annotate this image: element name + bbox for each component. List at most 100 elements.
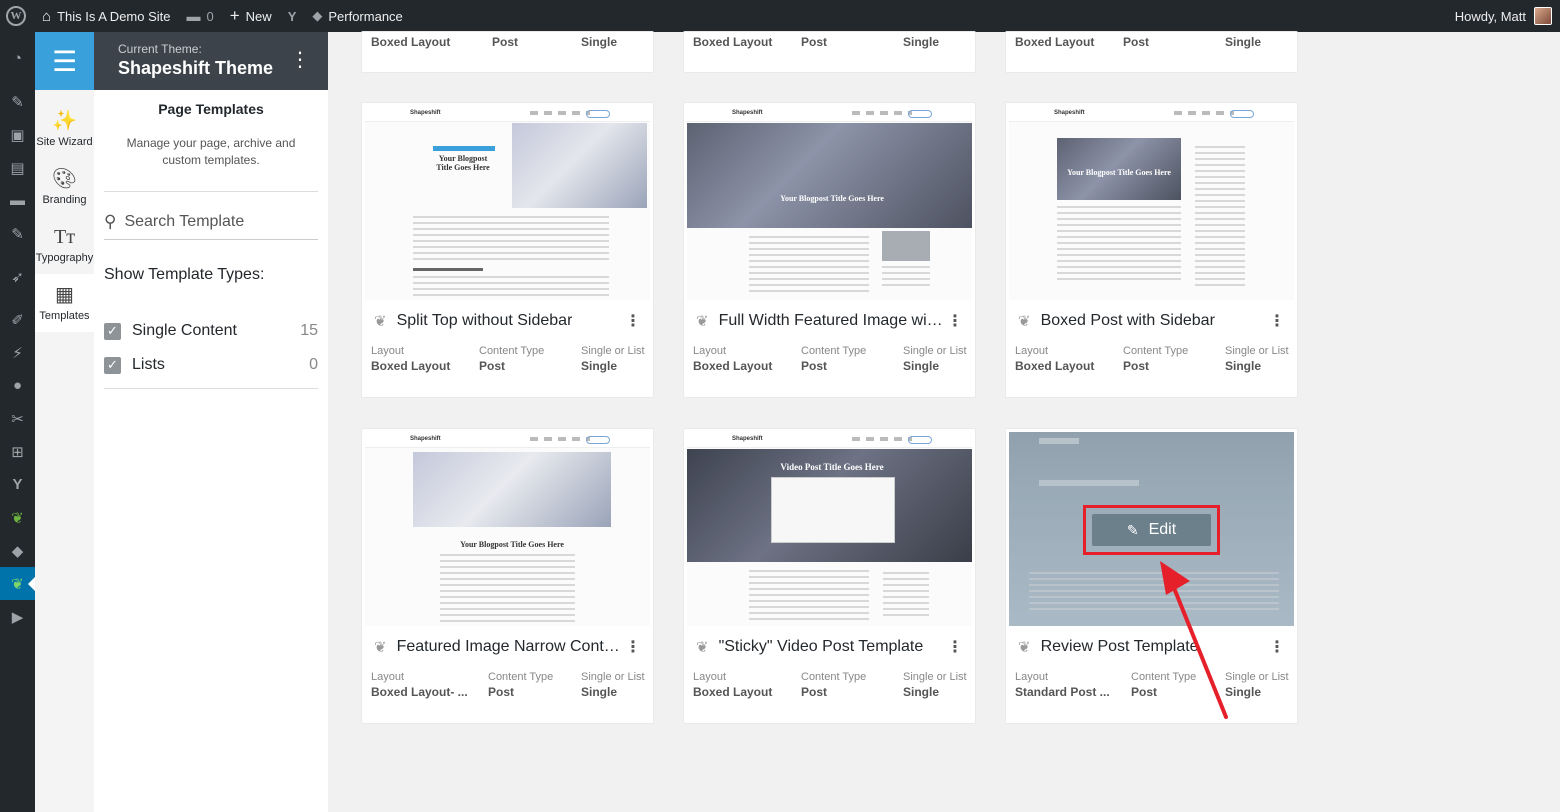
yoast-menu[interactable]: Y xyxy=(280,0,305,32)
box-icon[interactable]: ◆ xyxy=(0,534,35,567)
current-theme-header: Current Theme: Shapeshift Theme ⋮ xyxy=(94,32,328,90)
pin-icon[interactable]: ✎ xyxy=(0,85,35,118)
template-card[interactable]: Boxed Layout Post Single xyxy=(1005,31,1298,73)
thumb-post-title: Your Blogpost Title Goes Here xyxy=(780,194,884,203)
type-filter-lists[interactable]: ✓ Lists 0 xyxy=(104,348,318,382)
posts-icon[interactable]: ✎ xyxy=(0,217,35,250)
more-options-icon[interactable]: ⋮ xyxy=(1269,637,1285,657)
home-icon: ⌂ xyxy=(42,7,52,25)
bird-icon[interactable]: ➶ xyxy=(0,260,35,293)
layout-value: Boxed Layout xyxy=(693,35,773,49)
media-icon[interactable]: ▣ xyxy=(0,118,35,151)
tool-typography[interactable]: Tт Typography xyxy=(35,216,94,274)
template-thumbnail: Shapeshift Video Post Title Goes Here xyxy=(687,432,972,626)
content-type-value: Post xyxy=(801,359,828,373)
template-title: Full Width Featured Image with Sidebar xyxy=(718,312,947,329)
template-card[interactable]: Shapeshift Video Post Title Goes Here ❦ … xyxy=(683,428,976,724)
more-options-icon[interactable]: ⋮ xyxy=(947,311,963,331)
yoast-seo-icon[interactable]: Y xyxy=(0,468,35,501)
templates-icon: ▦ xyxy=(55,284,74,306)
template-title: Boxed Post with Sidebar xyxy=(1040,312,1215,329)
single-list-label: Single or List xyxy=(903,345,967,357)
edit-button[interactable]: ✎ Edit xyxy=(1092,514,1211,546)
template-thumbnail: Shapeshift Your Blogpost Title Goes Here xyxy=(1009,106,1294,300)
appearance-icon[interactable]: ✐ xyxy=(0,303,35,336)
content-type-label: Content Type xyxy=(479,345,545,357)
template-card[interactable]: Shapeshift Your Blogpost Title Goes Here… xyxy=(361,428,654,724)
layout-value: Boxed Layout xyxy=(1015,359,1095,373)
page-templates-panel: Page Templates Manage your page, archive… xyxy=(94,90,328,812)
content-type-value: Post xyxy=(479,359,506,373)
tool-branding[interactable]: 🎨︎ Branding xyxy=(35,158,94,216)
pages-icon[interactable]: ▤ xyxy=(0,151,35,184)
leaf-icon[interactable]: ❦ xyxy=(0,501,35,534)
tools-icon[interactable]: ✂ xyxy=(0,402,35,435)
template-card[interactable]: Boxed Layout Post Single xyxy=(683,31,976,73)
settings-icon[interactable]: ⊞ xyxy=(0,435,35,468)
template-card[interactable]: Shapeshift Your Blogpost Title Goes Here… xyxy=(683,102,976,398)
single-list-value: Single xyxy=(581,35,618,49)
tool-label: Branding xyxy=(42,194,87,206)
comments-icon[interactable]: ▬ xyxy=(0,184,35,217)
tool-templates[interactable]: ▦ Templates xyxy=(35,274,94,332)
search-field[interactable]: ⚲ xyxy=(104,204,318,240)
divider xyxy=(104,388,318,389)
panel-title: Page Templates xyxy=(158,101,264,117)
users-icon[interactable]: ● xyxy=(0,369,35,402)
layout-label: Layout xyxy=(1015,671,1049,683)
comment-icon: ▬ xyxy=(186,8,201,24)
type-count: 15 xyxy=(300,322,318,339)
leaf-icon: ❦ xyxy=(374,639,387,656)
thumb-post-title: Video Post Title Goes Here xyxy=(780,462,884,472)
single-list-label: Single or List xyxy=(903,671,967,683)
site-name-link[interactable]: ⌂ This Is A Demo Site xyxy=(34,0,179,32)
single-list-value: Single xyxy=(1225,35,1262,49)
more-options-icon[interactable]: ⋮ xyxy=(1269,311,1285,331)
search-input[interactable] xyxy=(124,212,305,231)
layout-value: Boxed Layout- ... xyxy=(371,685,468,699)
layout-label: Layout xyxy=(371,345,405,357)
layout-label: Layout xyxy=(693,345,727,357)
magic-wand-icon: ✨ xyxy=(52,110,77,132)
play-icon[interactable]: ▶ xyxy=(0,600,35,633)
type-filter-single-content[interactable]: ✓ Single Content 15 xyxy=(104,314,318,348)
template-thumbnail: Shapeshift Your Blogpost Title Goes Here xyxy=(687,106,972,300)
comments-link[interactable]: ▬ 0 xyxy=(179,0,222,32)
content-type-value: Post xyxy=(1123,359,1150,373)
admin-menu: ◔ ✎ ▣ ▤ ▬ ✎ ➶ ✐ ⚡ ● ✂ ⊞ Y ❦ ◆ ❦ ▶ xyxy=(0,32,35,812)
dashboard-icon[interactable]: ◔ xyxy=(0,42,35,75)
leaf-icon: ❦ xyxy=(1018,313,1031,330)
new-label: New xyxy=(245,8,272,24)
plugins-icon[interactable]: ⚡ xyxy=(0,336,35,369)
current-theme-label: Current Theme: xyxy=(118,42,202,56)
shapeshift-menu-icon[interactable]: ❦ xyxy=(0,567,35,600)
howdy-text: Howdy, Matt xyxy=(1454,8,1526,24)
checkbox-checked-icon[interactable]: ✓ xyxy=(104,322,121,340)
template-card[interactable]: Shapeshift Your Blogpost Title Goes Here… xyxy=(1005,102,1298,398)
layout-value: Boxed Layout xyxy=(693,685,773,699)
performance-menu[interactable]: ◆ Performance xyxy=(304,0,410,32)
type-count: 0 xyxy=(309,356,318,373)
layout-value: Boxed Layout xyxy=(1015,35,1095,49)
template-card[interactable]: Shapeshift Your Blogpost Title Goes Here… xyxy=(361,102,654,398)
more-options-icon[interactable]: ⋮ xyxy=(625,311,641,331)
wordpress-logo-menu[interactable]: W xyxy=(0,0,34,32)
more-options-icon[interactable]: ⋮ xyxy=(947,637,963,657)
new-content-link[interactable]: + New xyxy=(222,0,280,32)
tool-site-wizard[interactable]: ✨ Site Wizard xyxy=(35,100,94,158)
leaf-icon: ❦ xyxy=(1018,639,1031,656)
content-type-label: Content Type xyxy=(1123,345,1189,357)
content-type-value: Post xyxy=(1131,685,1158,699)
my-account-menu[interactable]: Howdy, Matt xyxy=(1455,7,1560,25)
theme-options-kebab-icon[interactable]: ⋮ xyxy=(290,50,310,70)
wordpress-icon: W xyxy=(6,6,26,26)
content-type-label: Content Type xyxy=(1131,671,1197,683)
template-card-review[interactable]: ✎ Edit ❦ Review Post Template ⋮ Layout St… xyxy=(1005,428,1298,724)
template-card[interactable]: Boxed Layout Post Single xyxy=(361,31,654,73)
single-list-value: Single xyxy=(1225,359,1262,373)
shapeshift-logo-icon[interactable]: ☰ xyxy=(35,32,94,90)
more-options-icon[interactable]: ⋮ xyxy=(625,637,641,657)
checkbox-checked-icon[interactable]: ✓ xyxy=(104,356,121,374)
content-type-value: Post xyxy=(492,35,519,49)
single-list-label: Single or List xyxy=(581,671,645,683)
